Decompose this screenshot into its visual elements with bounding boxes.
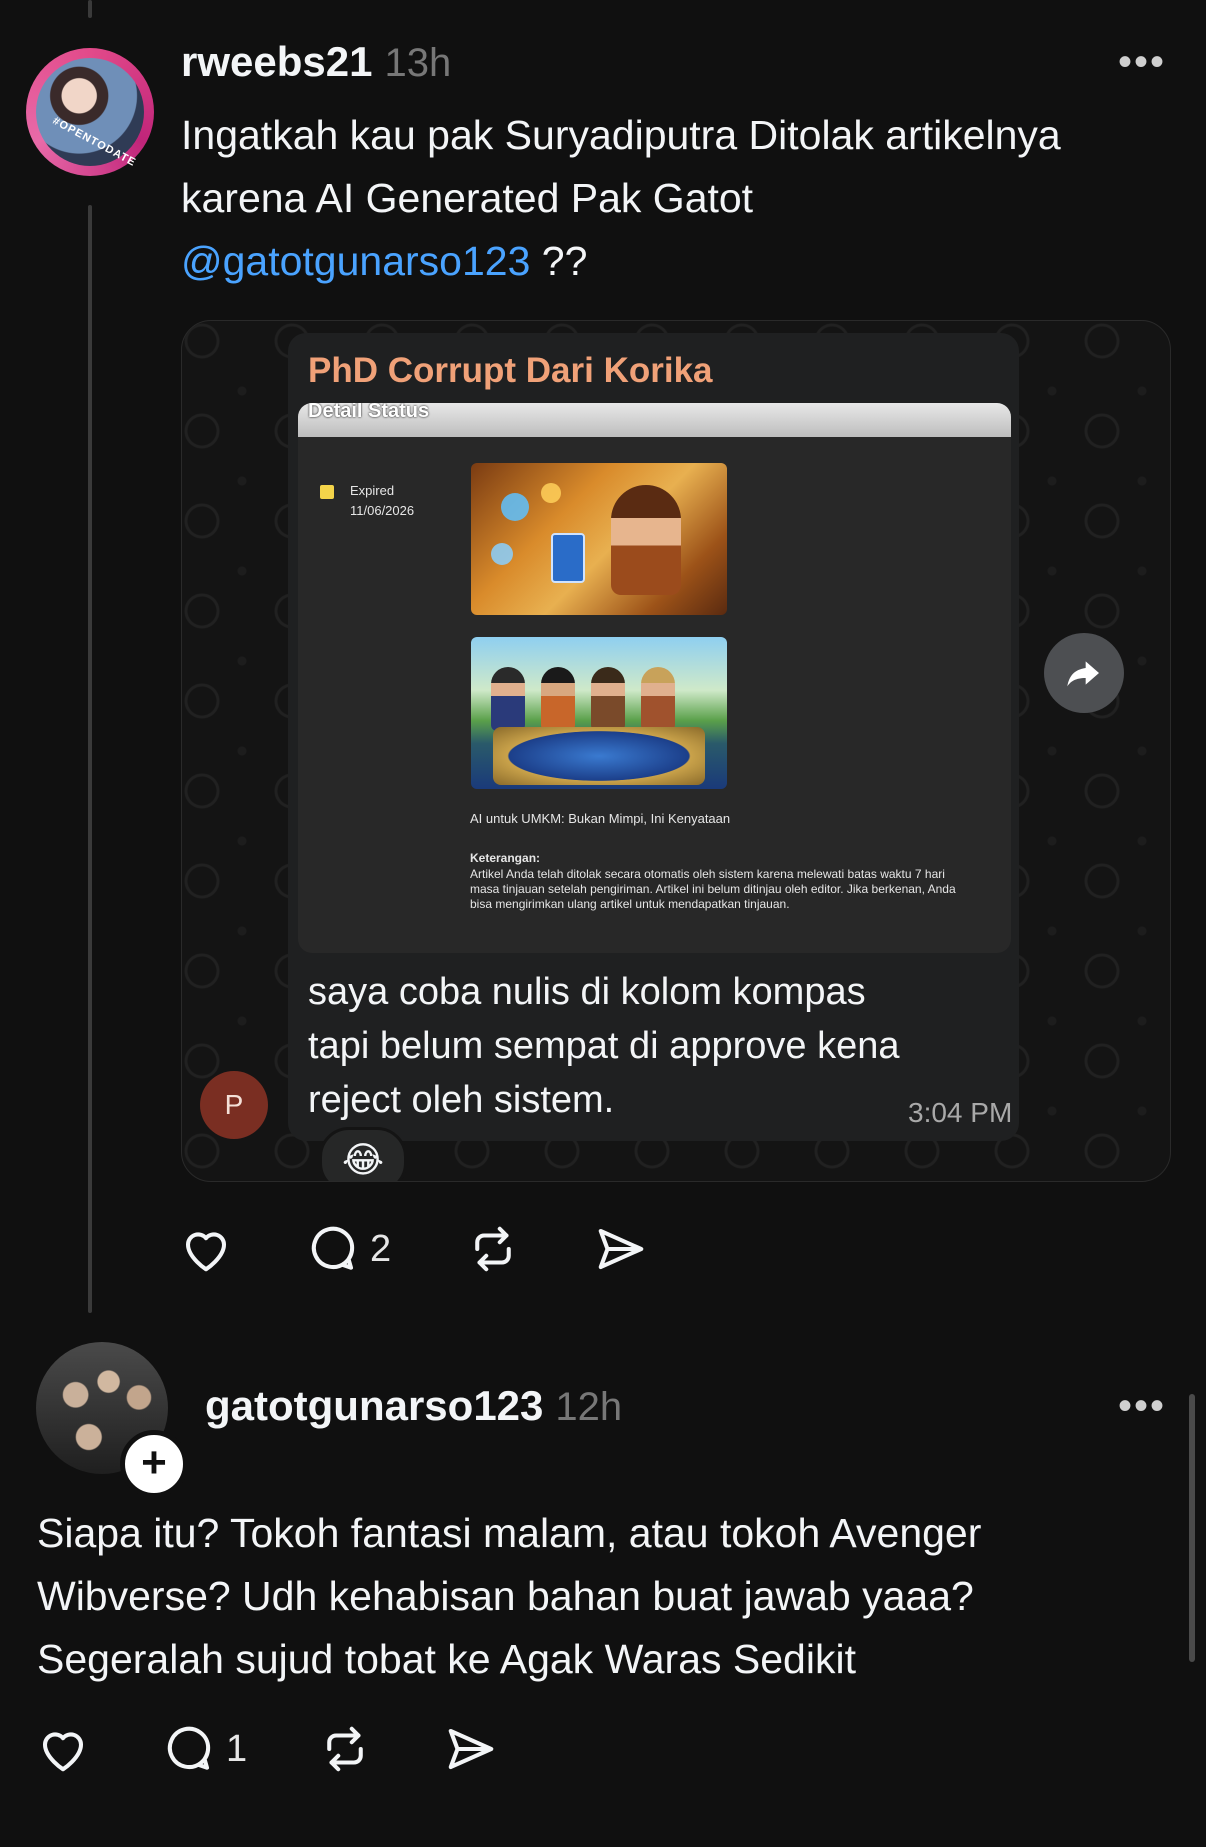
reply-button[interactable]: 2 bbox=[306, 1222, 391, 1276]
article-caption: AI untuk UMKM: Bukan Mimpi, Ini Kenyataa… bbox=[470, 811, 731, 826]
share-button[interactable] bbox=[594, 1222, 648, 1276]
heart-icon bbox=[185, 1232, 227, 1272]
status-date: 11/06/2026 bbox=[350, 503, 415, 518]
chat-message-line: saya coba nulis di kolom kompas bbox=[308, 971, 866, 1013]
username[interactable]: gatotgunarso123 bbox=[205, 1382, 543, 1429]
reply-button[interactable]: 1 bbox=[162, 1722, 247, 1776]
username[interactable]: rweebs21 bbox=[181, 38, 372, 85]
keterangan-label: Keterangan: bbox=[470, 851, 541, 865]
post-text-tail: ?? bbox=[530, 238, 588, 284]
timestamp: 13h bbox=[384, 41, 452, 85]
shared-screenshot: Detail Status Expired 11/06/2026 AI untu… bbox=[298, 403, 1011, 953]
repost-button[interactable] bbox=[318, 1722, 372, 1776]
follow-plus-icon[interactable]: + bbox=[120, 1430, 188, 1498]
thread-line-top bbox=[88, 0, 92, 18]
avatar-photo bbox=[36, 58, 144, 166]
avatar[interactable]: #OPENTODATE bbox=[26, 48, 154, 176]
repost-button[interactable] bbox=[466, 1222, 520, 1276]
repost-icon bbox=[327, 1726, 363, 1772]
like-button[interactable] bbox=[36, 1722, 90, 1776]
like-button[interactable] bbox=[179, 1222, 233, 1276]
post-text-line: Siapa itu? Tokoh fantasi malam, atau tok… bbox=[37, 1510, 982, 1556]
repost-icon bbox=[475, 1226, 511, 1272]
chat-message: saya coba nulis di kolom kompas tapi bel… bbox=[308, 965, 988, 1127]
detail-header-title: Detail Status bbox=[308, 403, 430, 422]
post-text: Ingatkah kau pak Suryadiputra Ditolak ar… bbox=[181, 104, 1181, 293]
chat-message-time: 3:04 PM bbox=[908, 1097, 1013, 1128]
reaction-emoji: 😂 bbox=[319, 1127, 407, 1181]
send-icon bbox=[598, 1228, 644, 1270]
status-dot-icon bbox=[320, 485, 334, 499]
post-text-line: Segeralah sujud tobat ke Agak Waras Sedi… bbox=[37, 1636, 856, 1682]
chat-sender-name: PhD Corrupt Dari Korika bbox=[308, 351, 713, 390]
chat-message-line: tapi belum sempat di approve kena bbox=[308, 1025, 900, 1067]
article-image-2 bbox=[471, 637, 727, 789]
reply-count: 1 bbox=[226, 1727, 248, 1770]
post-header: gatotgunarso123 12h bbox=[205, 1382, 622, 1430]
more-options-icon[interactable]: ••• bbox=[1118, 40, 1166, 85]
chat-sender-avatar: P bbox=[200, 1071, 268, 1139]
comment-icon bbox=[167, 1726, 211, 1770]
keterangan-text: Artikel Anda telah ditolak secara otomat… bbox=[470, 867, 956, 911]
post-text-line: Wibverse? Udh kehabisan bahan buat jawab… bbox=[37, 1573, 974, 1619]
heart-icon bbox=[42, 1732, 84, 1772]
more-options-icon[interactable]: ••• bbox=[1118, 1384, 1166, 1429]
post-text-line: karena AI Generated Pak Gatot bbox=[181, 175, 754, 221]
article-image-1 bbox=[471, 463, 727, 615]
send-icon bbox=[448, 1728, 494, 1770]
post-media[interactable]: PhD Corrupt Dari Korika Detail Status Ex… bbox=[181, 320, 1171, 1182]
post-text: Siapa itu? Tokoh fantasi malam, atau tok… bbox=[37, 1502, 1177, 1691]
share-button[interactable] bbox=[444, 1722, 498, 1776]
post-header: rweebs21 13h bbox=[181, 38, 451, 86]
forward-arrow-icon bbox=[1044, 633, 1124, 713]
status-label: Expired bbox=[350, 483, 395, 498]
scrollbar[interactable] bbox=[1189, 1394, 1195, 1662]
chat-message-line: reject oleh sistem. bbox=[308, 1079, 615, 1121]
comment-icon bbox=[311, 1226, 355, 1270]
chat-bubble: PhD Corrupt Dari Korika Detail Status Ex… bbox=[288, 333, 1019, 1141]
mention-link[interactable]: @gatotgunarso123 bbox=[181, 238, 530, 284]
reply-count: 2 bbox=[370, 1227, 392, 1270]
post-text-line: Ingatkah kau pak Suryadiputra Ditolak ar… bbox=[181, 112, 1061, 158]
timestamp: 12h bbox=[555, 1385, 623, 1429]
detail-header: Detail Status bbox=[298, 403, 1011, 437]
thread-line bbox=[88, 205, 92, 1313]
